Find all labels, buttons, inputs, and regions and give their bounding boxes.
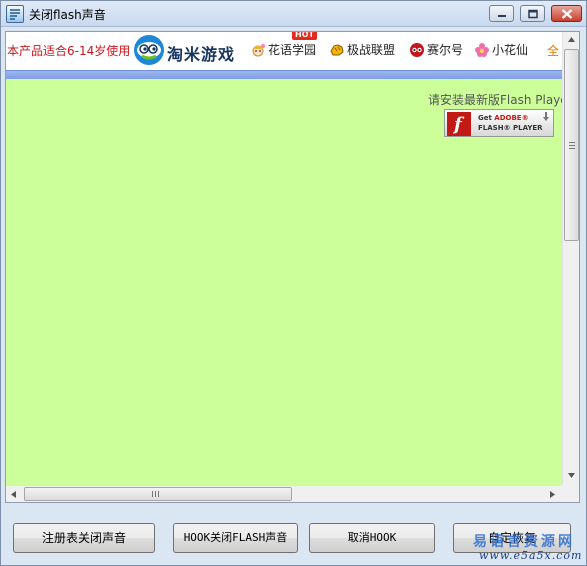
title-bar[interactable]: 关闭flash声音: [1, 1, 586, 27]
logo-text: 淘米游戏: [167, 45, 236, 64]
horizontal-scrollbar[interactable]: [6, 485, 562, 502]
arrow-down-icon: [568, 473, 575, 478]
hook-mute-button[interactable]: HOOK关闭FLASH声音: [173, 523, 298, 553]
arrow-left-icon: [11, 491, 16, 498]
browser-view: 本产品适合6-14岁使用 淘米游戏 HOT 花语学园 极战联盟 赛尔号 小花仙 …: [5, 31, 580, 503]
seer-robot-icon: [410, 42, 424, 57]
cancel-hook-button[interactable]: 取消HOOK: [309, 523, 435, 553]
nav-item-jizhan[interactable]: 极战联盟: [329, 41, 395, 59]
app-window: 关闭flash声音 本产品适合6-14岁使用 淘米游戏 HOT 花语学园 极战联…: [0, 0, 587, 566]
arrow-right-icon: [550, 491, 555, 498]
registry-mute-button[interactable]: 注册表关闭声音: [13, 523, 155, 553]
nav-label: 赛尔号: [427, 43, 464, 57]
vertical-scroll-thumb[interactable]: [564, 49, 579, 241]
get-adobe-text: Get ADOBE®: [478, 114, 529, 122]
nav-strip: [6, 70, 562, 79]
minimize-icon: [497, 14, 506, 17]
window-title: 关闭flash声音: [29, 8, 106, 22]
flash-game-area[interactable]: 请安装最新版Flash Player f Get ADOBE® FLASH® P…: [6, 79, 562, 485]
nav-item-huayu[interactable]: 花语学园: [250, 41, 316, 59]
nav-label: 极战联盟: [347, 43, 396, 57]
horizontal-scroll-thumb[interactable]: [24, 487, 292, 501]
maximize-button[interactable]: [520, 5, 545, 22]
close-icon: [561, 8, 572, 19]
restore-button[interactable]: 自定恢复: [453, 523, 571, 553]
site-header: 本产品适合6-14岁使用 淘米游戏 HOT 花语学园 极战联盟 赛尔号 小花仙 …: [6, 32, 579, 68]
more-games-link[interactable]: 全: [547, 42, 559, 59]
app-icon: [6, 5, 24, 23]
nav-item-saier[interactable]: 赛尔号: [409, 41, 463, 59]
download-arrow-icon: [543, 112, 549, 121]
scroll-down-button[interactable]: [563, 468, 579, 485]
scrollbar-corner: [562, 485, 579, 502]
flash-logo-icon: f: [447, 112, 471, 136]
scroll-right-button[interactable]: [545, 486, 562, 502]
fist-icon: [330, 43, 344, 55]
close-button[interactable]: [551, 5, 582, 22]
nav-item-xiaohuaxian[interactable]: 小花仙: [474, 41, 528, 59]
nav-label: 小花仙: [492, 43, 529, 57]
hot-badge: HOT: [292, 32, 317, 40]
taomee-logo[interactable]: 淘米游戏: [133, 34, 235, 66]
install-flash-message: 请安装最新版Flash Player: [428, 93, 562, 107]
arrow-up-icon: [568, 37, 575, 42]
scroll-up-button[interactable]: [563, 32, 579, 49]
minimize-button[interactable]: [489, 5, 514, 22]
scroll-left-button[interactable]: [6, 486, 23, 502]
flower-girl-icon: [252, 43, 265, 56]
get-flash-player-button[interactable]: f Get ADOBE® FLASH® PLAYER: [444, 109, 554, 137]
maximize-icon: [527, 9, 538, 18]
nav-label: 花语学园: [268, 43, 317, 57]
flash-player-text: FLASH® PLAYER: [478, 124, 543, 132]
vertical-scrollbar[interactable]: [562, 32, 579, 485]
age-notice: 本产品适合6-14岁使用: [7, 44, 131, 58]
pink-flower-icon: [475, 42, 489, 57]
taomee-mascot-icon: [134, 35, 164, 65]
